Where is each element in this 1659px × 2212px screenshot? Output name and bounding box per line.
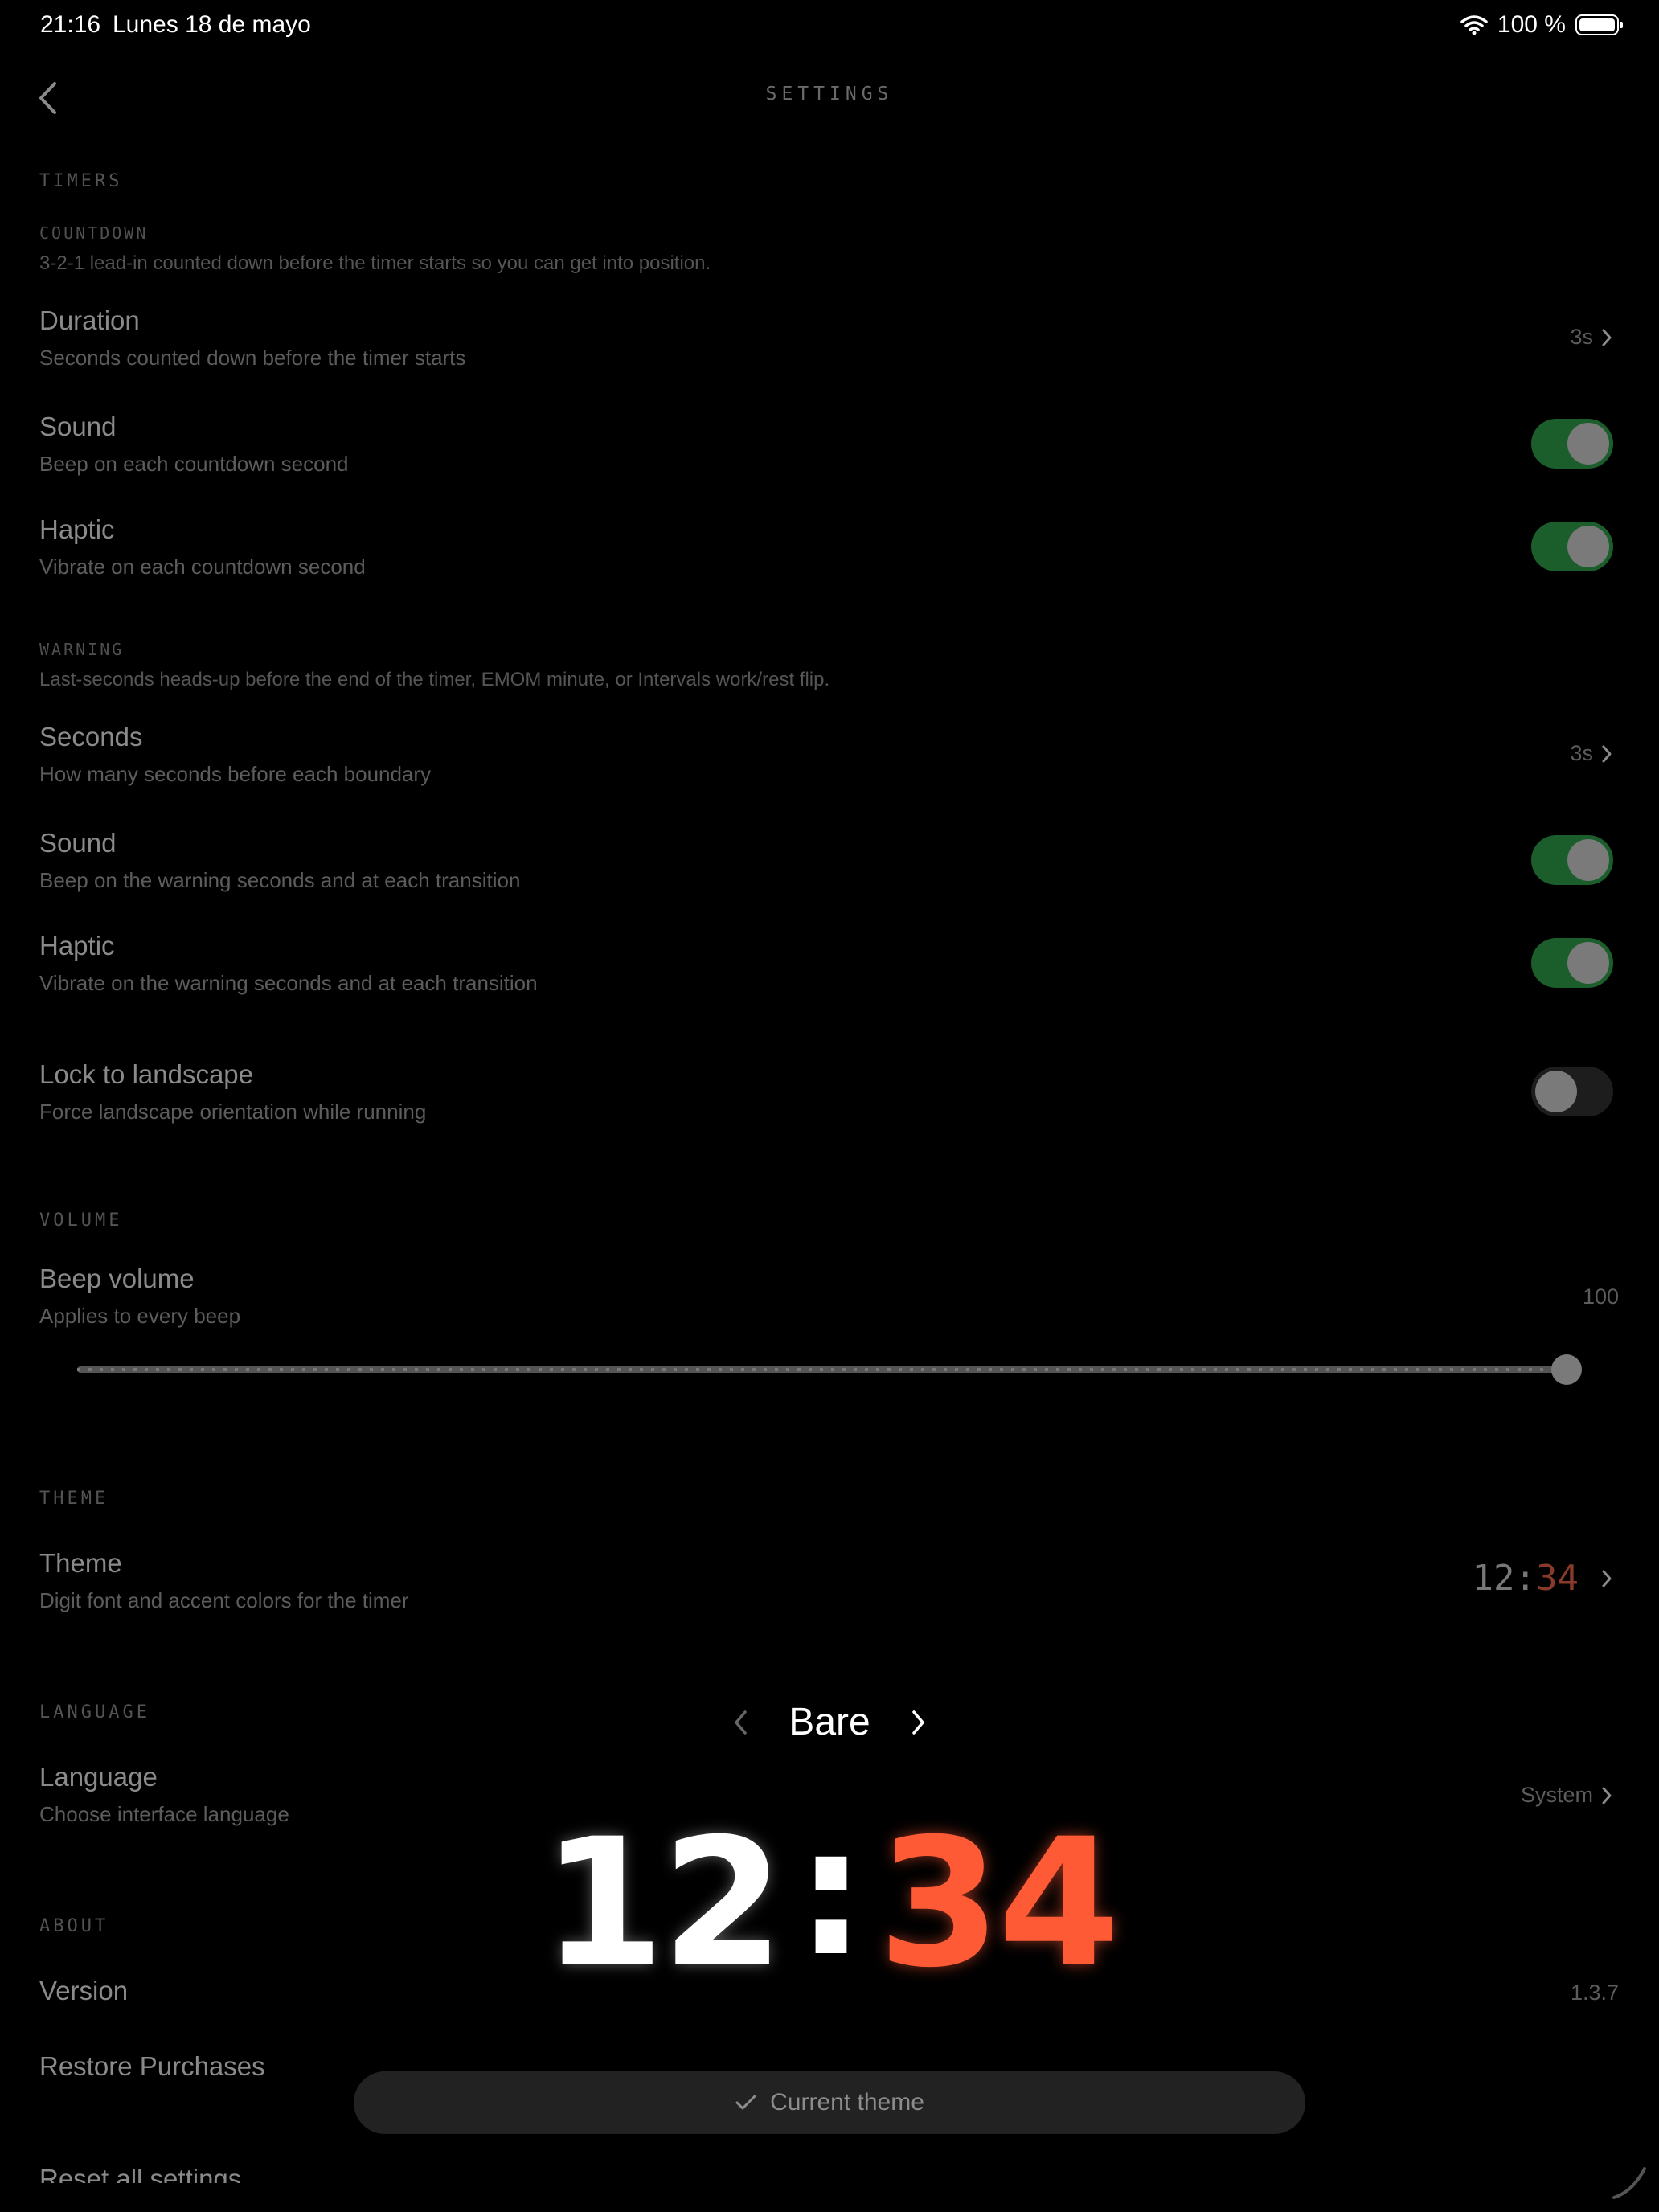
countdown-sound-toggle[interactable]	[1531, 419, 1613, 469]
checkmark-icon	[735, 2095, 756, 2110]
reset-clip: Reset all settings	[0, 2164, 1659, 2183]
restore-purchases-button[interactable]: Restore Purchases	[39, 2051, 265, 2082]
row-title: Sound	[39, 828, 117, 858]
warning-haptic-toggle[interactable]	[1531, 938, 1613, 988]
row-title: Lock to landscape	[39, 1059, 254, 1089]
preview-minutes: 34	[1536, 1558, 1579, 1599]
status-date: Lunes 18 de mayo	[113, 11, 311, 38]
clock-colon: :	[796, 1789, 866, 1995]
volume-value: 100	[1582, 1284, 1619, 1309]
countdown-haptic-toggle[interactable]	[1531, 522, 1613, 571]
row-subtitle: Beep on the warning seconds and at each …	[39, 868, 521, 892]
prev-theme-chevron-left-icon[interactable]	[732, 1709, 750, 1736]
row-title: Duration	[39, 305, 140, 335]
preview-colon: :	[1514, 1558, 1537, 1599]
duration-value: 3s	[1570, 325, 1593, 349]
warning-seconds-value: 3s	[1570, 741, 1593, 765]
row-subtitle: How many seconds before each boundary	[39, 762, 432, 786]
toggle-knob	[1567, 839, 1609, 881]
current-theme-label: Current theme	[770, 2089, 924, 2116]
battery-percent: 100 %	[1497, 11, 1566, 38]
row-value: 3s	[1570, 325, 1612, 350]
row-title: Sound	[39, 412, 117, 441]
row-title: Beep volume	[39, 1264, 195, 1293]
toggle-knob	[1567, 423, 1609, 465]
volume-slider-thumb[interactable]	[1551, 1354, 1582, 1385]
row-title: Language	[39, 1762, 158, 1792]
row-title: Haptic	[39, 514, 115, 544]
corner-indicator-icon	[1612, 2167, 1646, 2199]
row-subtitle: Vibrate on the warning seconds and at ea…	[39, 971, 538, 995]
subsection-label-countdown: COUNTDOWN	[39, 223, 149, 243]
theme-name: Bare	[789, 1701, 870, 1743]
section-label-theme: THEME	[39, 1489, 109, 1509]
preview-hours: 12	[1472, 1558, 1515, 1599]
theme-preview-clock: 12:34	[0, 1789, 1659, 2006]
battery-icon	[1575, 14, 1623, 35]
page-title: SETTINGS	[765, 84, 894, 104]
subsection-label-warning: WARNING	[39, 640, 125, 659]
theme-preview: 12:34	[1473, 1558, 1579, 1599]
wifi-icon	[1460, 15, 1488, 35]
next-theme-chevron-right-icon[interactable]	[909, 1709, 927, 1736]
row-value: 3s	[1570, 741, 1612, 766]
row-subtitle: Seconds counted down before the timer st…	[39, 346, 466, 370]
section-label-timers: TIMERS	[39, 171, 123, 191]
reset-settings-button[interactable]: Reset all settings	[39, 2164, 241, 2183]
clock-hours: 12	[541, 1800, 784, 2006]
chevron-right-icon	[1602, 745, 1612, 762]
chevron-right-icon	[1602, 1570, 1612, 1587]
clock-minutes: 34	[877, 1800, 1120, 2006]
lock-landscape-toggle[interactable]	[1531, 1067, 1613, 1116]
toggle-knob	[1567, 942, 1609, 984]
countdown-description: 3-2-1 lead-in counted down before the ti…	[39, 252, 711, 274]
theme-picker: Bare	[0, 1700, 1659, 1744]
row-subtitle: Applies to every beep	[39, 1304, 241, 1328]
toggle-knob	[1535, 1071, 1577, 1112]
row-subtitle: Digit font and accent colors for the tim…	[39, 1588, 409, 1612]
row-subtitle: Beep on each countdown second	[39, 452, 349, 476]
warning-sound-toggle[interactable]	[1531, 835, 1613, 885]
row-subtitle: Force landscape orientation while runnin…	[39, 1100, 427, 1124]
row-title: Theme	[39, 1548, 122, 1578]
status-time: 21:16	[40, 11, 101, 38]
row-subtitle: Vibrate on each countdown second	[39, 555, 366, 579]
status-indicators: 100 %	[1460, 11, 1623, 39]
warning-description: Last-seconds heads-up before the end of …	[39, 669, 830, 690]
toggle-knob	[1567, 526, 1609, 567]
row-title: Seconds	[39, 722, 143, 752]
current-theme-button[interactable]: Current theme	[354, 2071, 1305, 2134]
row-title: Haptic	[39, 931, 115, 961]
chevron-right-icon	[1602, 329, 1612, 346]
section-label-volume: VOLUME	[39, 1210, 123, 1231]
volume-slider-track[interactable]	[77, 1366, 1582, 1373]
